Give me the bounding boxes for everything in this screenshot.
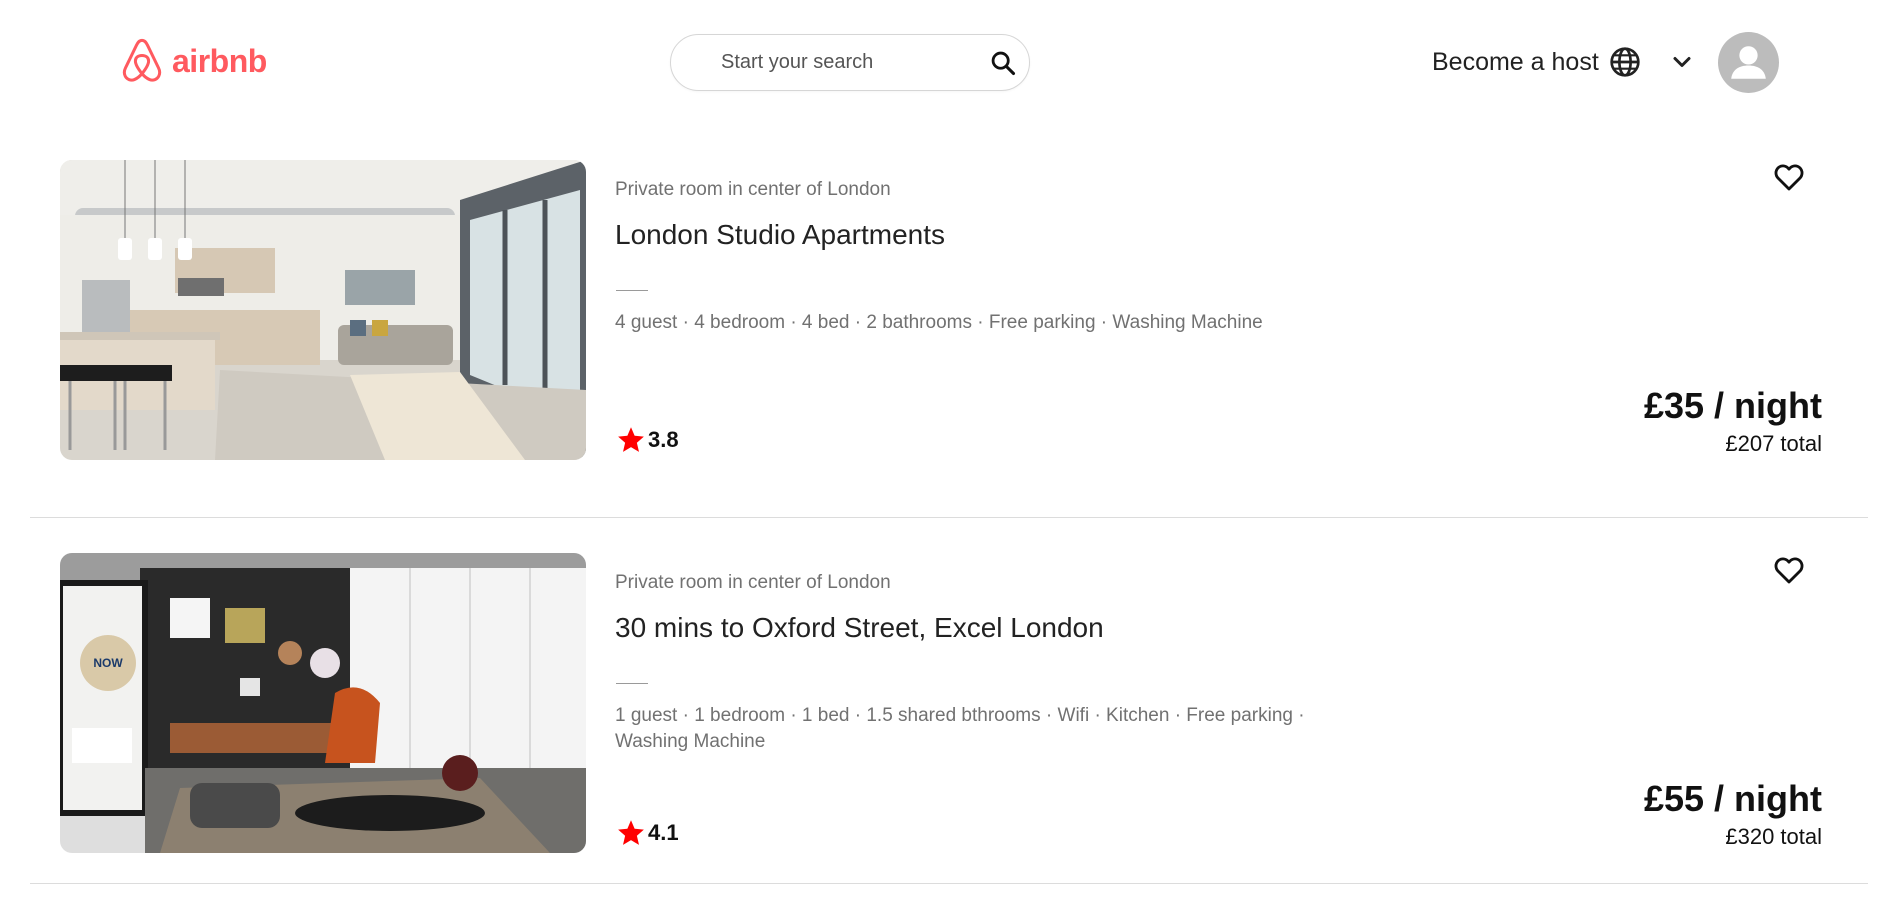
chevron-down-icon[interactable]	[1670, 50, 1694, 74]
rating-value: 3.8	[648, 427, 679, 452]
heart-icon[interactable]	[1772, 160, 1806, 194]
user-avatar-icon	[1731, 46, 1766, 79]
user-avatar[interactable]	[1718, 32, 1779, 93]
globe-icon[interactable]	[1609, 46, 1641, 78]
listing-card[interactable]: Private room in center of London London …	[30, 125, 1868, 518]
listing-price: £35 / night £207 total	[1644, 385, 1822, 457]
airbnb-wordmark: airbnb	[172, 42, 267, 79]
search-icon	[991, 51, 1016, 76]
listing-subtitle: Private room in center of London	[615, 179, 891, 200]
listing-subtitle: Private room in center of London	[615, 572, 891, 593]
star-icon	[618, 820, 644, 845]
become-a-host-link[interactable]: Become a host	[1432, 48, 1599, 77]
search-button[interactable]	[985, 45, 1021, 81]
search-input[interactable]	[721, 51, 971, 74]
listing-photo[interactable]	[60, 160, 586, 460]
listing-amenities: 4 guest · 4 bedroom · 4 bed · 2 bathroom…	[615, 312, 1263, 333]
listing-rating: 4.1	[616, 818, 679, 848]
airbnb-logo[interactable]: airbnb	[120, 37, 267, 85]
price-per-night: £35 / night	[1643, 385, 1822, 426]
price-total: £207 total	[1725, 431, 1822, 456]
search-bar[interactable]	[670, 34, 1030, 91]
listing-divider	[616, 683, 648, 684]
price-total: £320 total	[1725, 824, 1822, 849]
listing-title[interactable]: 30 mins to Oxford Street, Excel London	[615, 612, 1104, 644]
listing-price: £55 / night £320 total	[1644, 778, 1822, 850]
listing-photo-image	[60, 160, 586, 460]
price-per-night: £55 / night	[1643, 778, 1822, 819]
top-navbar: airbnb Become a host	[0, 0, 1896, 125]
listing-divider	[616, 290, 648, 291]
listing-card[interactable]: NOW Private room in center of London 30 …	[30, 518, 1868, 884]
svg-text:NOW: NOW	[93, 656, 123, 670]
listing-title[interactable]: London Studio Apartments	[615, 219, 945, 251]
listing-rating: 3.8	[616, 425, 679, 455]
listing-amenities: 1 guest · 1 bedroom · 1 bed · 1.5 shared…	[615, 705, 1305, 752]
star-icon	[618, 427, 644, 452]
listing-photo[interactable]: NOW	[60, 553, 586, 853]
heart-icon[interactable]	[1772, 553, 1806, 587]
airbnb-logo-icon	[122, 38, 162, 82]
rating-value: 4.1	[648, 820, 679, 845]
listing-photo-image: NOW	[60, 553, 586, 853]
